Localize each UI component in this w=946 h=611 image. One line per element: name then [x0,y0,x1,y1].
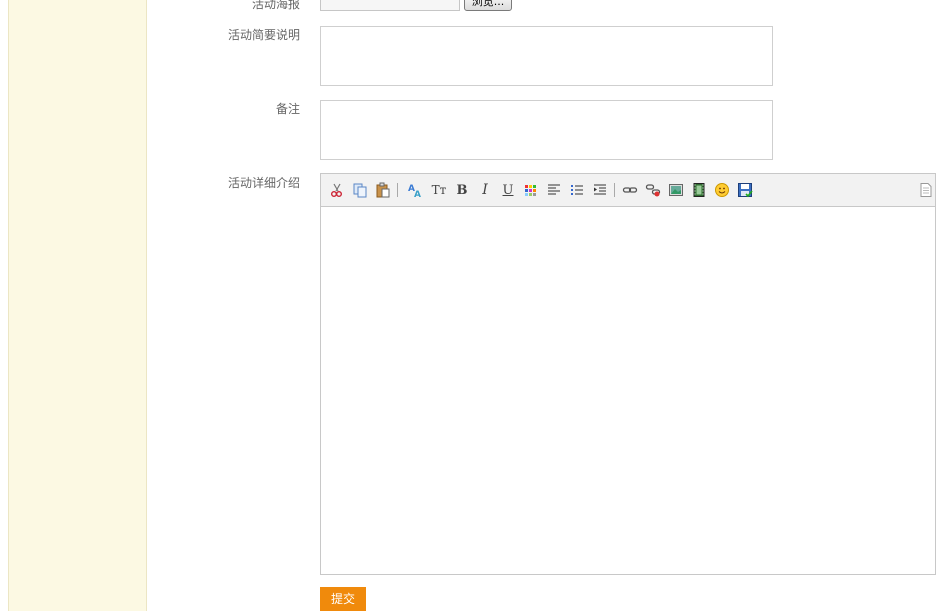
svg-text:A: A [414,190,421,198]
color-icon[interactable] [523,182,539,198]
list-icon[interactable] [569,182,585,198]
font-size-icon[interactable]: Tт [431,182,447,198]
source-icon[interactable] [918,182,934,198]
remark-label: 备注 [275,102,300,116]
emoticon-icon[interactable] [714,182,730,198]
translate-icon[interactable]: AA [407,182,423,198]
remark-textarea[interactable] [320,100,773,160]
detail-label: 活动详细介绍 [227,176,300,190]
page-margin [0,0,8,611]
save-icon[interactable] [737,182,753,198]
summary-textarea[interactable] [320,26,773,86]
align-icon[interactable] [546,182,562,198]
poster-label: 活动海报 [251,0,300,11]
bold-icon[interactable]: B [454,182,470,198]
indent-icon[interactable] [592,182,608,198]
toolbar-separator [397,183,398,197]
editor-content-area[interactable] [321,207,935,574]
copy-icon[interactable] [352,182,368,198]
rich-text-editor: AA Tт B I U [320,173,936,575]
underline-icon[interactable]: U [500,182,516,198]
poster-file-input[interactable] [320,0,460,11]
italic-icon[interactable]: I [477,182,493,198]
browse-button[interactable]: 浏览... [464,0,512,11]
submit-button[interactable]: 提交 [320,587,366,611]
unlink-icon[interactable] [645,182,661,198]
image-icon[interactable] [668,182,684,198]
toolbar-separator [614,183,615,197]
video-icon[interactable] [691,182,707,198]
sidebar [8,0,147,611]
cut-icon[interactable] [329,182,345,198]
editor-toolbar: AA Tт B I U [321,174,935,207]
paste-icon[interactable] [375,182,391,198]
link-icon[interactable] [622,182,638,198]
summary-label: 活动简要说明 [227,28,300,42]
